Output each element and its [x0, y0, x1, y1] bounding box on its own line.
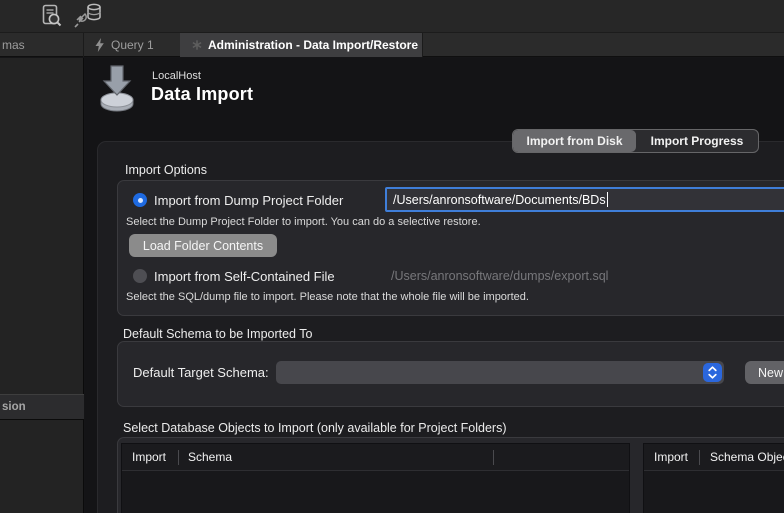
load-folder-contents-button[interactable]: Load Folder Contents	[129, 234, 277, 257]
host-name: LocalHost	[152, 70, 201, 82]
default-target-schema-label: Default Target Schema:	[133, 365, 269, 380]
default-schema-title: Default Schema to be Imported To	[123, 327, 312, 341]
tab-administration-data-import[interactable]: Administration - Data Import/Restore	[180, 33, 423, 57]
page-title: Data Import	[151, 84, 253, 105]
sidebar-section-label: sion	[2, 401, 26, 413]
default-target-schema-select[interactable]	[276, 361, 724, 384]
dump-folder-path-value: /Users/anronsoftware/Documents/BDs	[393, 193, 606, 207]
tab-schemas-partial[interactable]: mas	[0, 33, 84, 57]
dump-folder-path-input[interactable]: /Users/anronsoftware/Documents/BDs	[385, 187, 784, 212]
tab-import-from-disk[interactable]: Import from Disk	[513, 130, 636, 152]
new-schema-button[interactable]: New	[745, 361, 784, 384]
lightning-icon	[94, 38, 105, 52]
dump-folder-label: Import from Dump Project Folder	[154, 193, 343, 208]
tab-label: Query 1	[111, 38, 154, 52]
text-caret	[607, 192, 609, 207]
dump-folder-radio[interactable]	[133, 193, 147, 207]
tab-label: Administration - Data Import/Restore	[208, 38, 418, 52]
objects-section-title: Select Database Objects to Import (only …	[123, 421, 507, 435]
editor-tabbar: mas Query 1 Administration - Dat	[0, 33, 784, 57]
column-divider	[178, 450, 179, 465]
schema-objects-table-header: Import Schema Objects	[644, 444, 784, 471]
view-tab-control: Import from Disk Import Progress	[512, 129, 759, 153]
column-header-import[interactable]: Import	[654, 450, 688, 464]
sql-editor-icon[interactable]	[40, 4, 64, 35]
self-contained-caption: Select the SQL/dump file to import. Plea…	[126, 291, 529, 303]
schemas-table: Import Schema	[121, 443, 630, 513]
column-header-import[interactable]: Import	[132, 450, 166, 464]
database-connection-icon[interactable]	[73, 2, 105, 35]
schema-objects-table: Import Schema Objects	[643, 443, 784, 513]
dump-folder-caption: Select the Dump Project Folder to import…	[126, 216, 481, 228]
column-divider	[699, 450, 700, 465]
tab-query-1[interactable]: Query 1	[85, 33, 180, 57]
tab-import-progress[interactable]: Import Progress	[636, 130, 758, 152]
column-header-schema[interactable]: Schema	[188, 450, 232, 464]
main-toolbar	[0, 0, 784, 33]
schemas-table-header: Import Schema	[122, 444, 629, 471]
busy-asterisk-icon	[192, 40, 202, 50]
self-contained-label: Import from Self-Contained File	[154, 269, 335, 284]
radio-dot	[138, 198, 143, 203]
column-header-schema-objects[interactable]: Schema Objects	[710, 450, 784, 464]
column-divider	[493, 450, 494, 465]
import-options-title: Import Options	[125, 163, 207, 177]
app-window: mas Query 1 Administration - Dat	[0, 0, 784, 513]
tab-label: mas	[2, 38, 25, 52]
self-contained-path-value[interactable]: /Users/anronsoftware/dumps/export.sql	[391, 269, 608, 283]
sidebar	[0, 58, 84, 513]
dropdown-stepper-icon	[703, 363, 722, 382]
sidebar-section-header[interactable]: sion	[0, 394, 84, 420]
data-import-icon	[96, 64, 138, 117]
self-contained-radio[interactable]	[133, 269, 147, 283]
